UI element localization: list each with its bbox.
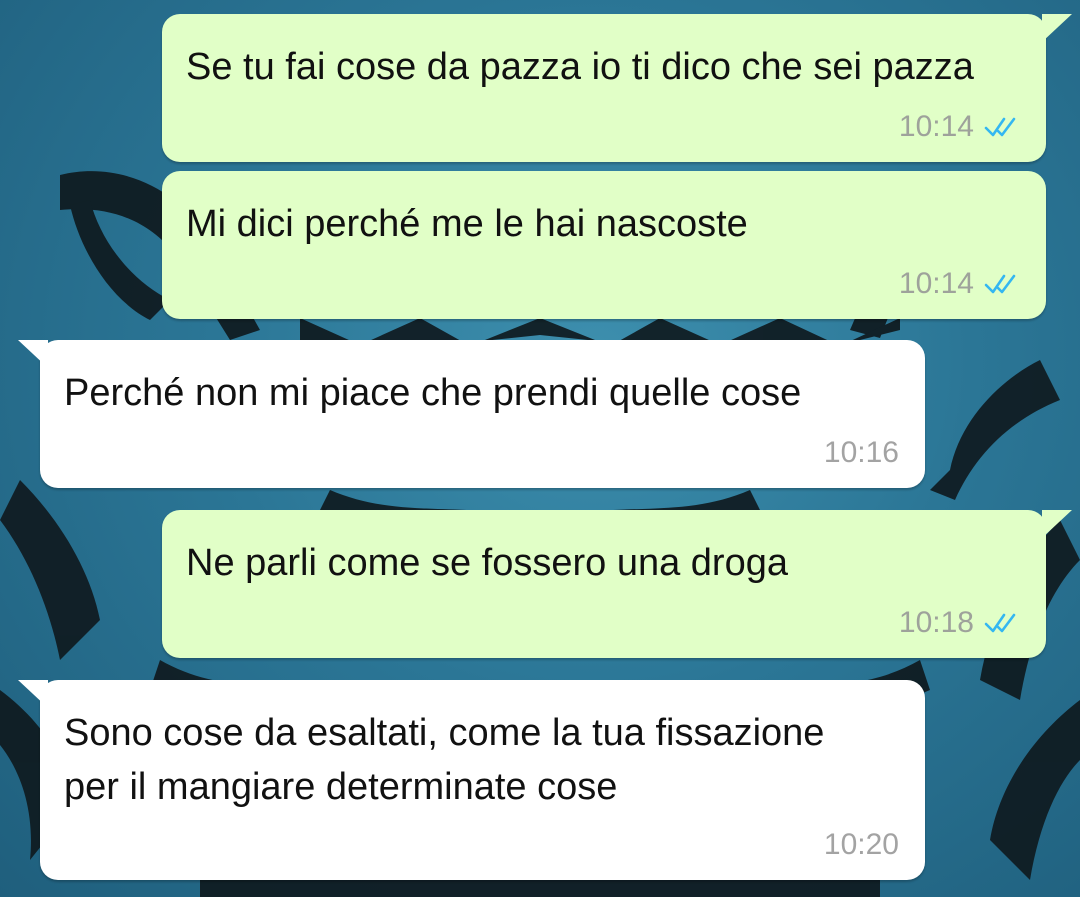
message-time: 10:20 — [823, 828, 899, 861]
message-time: 10:18 — [898, 606, 974, 639]
message-time: 10:16 — [823, 436, 899, 469]
bubble-tail-icon — [1042, 510, 1072, 538]
outgoing-message-bubble[interactable]: Ne parli come se fossero una droga 10:18 — [162, 510, 1072, 658]
bubble-tail-icon — [1042, 14, 1072, 42]
message-meta: 10:14 — [899, 110, 1020, 144]
incoming-message-bubble[interactable]: Perché non mi piace che prendi quelle co… — [18, 340, 925, 488]
message-text: Se tu fai cose da pazza io ti dico che s… — [186, 46, 974, 88]
outgoing-message-bubble[interactable]: Se tu fai cose da pazza io ti dico che s… — [162, 14, 1072, 162]
read-double-check-icon — [984, 613, 1016, 633]
message-text: Mi dici perché me le hai nascoste — [186, 203, 748, 245]
read-double-check-icon — [984, 274, 1016, 294]
chat-message-list[interactable]: Se tu fai cose da pazza io ti dico che s… — [0, 0, 1080, 897]
message-text: Sono cose da esaltati, come la tua fissa… — [64, 712, 825, 808]
message-text: Perché non mi piace che prendi quelle co… — [64, 372, 802, 414]
message-meta: 10:14 — [899, 267, 1020, 301]
bubble-tail-icon — [18, 680, 48, 708]
message-meta: 10:20 — [824, 828, 899, 862]
read-double-check-icon — [984, 117, 1016, 137]
message-meta: 10:18 — [899, 606, 1020, 640]
message-time: 10:14 — [898, 267, 974, 300]
message-meta: 10:16 — [824, 436, 899, 470]
outgoing-message-bubble[interactable]: Mi dici perché me le hai nascoste 10:14 — [162, 171, 1046, 319]
bubble-tail-icon — [18, 340, 48, 368]
message-time: 10:14 — [898, 110, 974, 143]
message-text: Ne parli come se fossero una droga — [186, 542, 788, 584]
incoming-message-bubble[interactable]: Sono cose da esaltati, come la tua fissa… — [18, 680, 925, 880]
